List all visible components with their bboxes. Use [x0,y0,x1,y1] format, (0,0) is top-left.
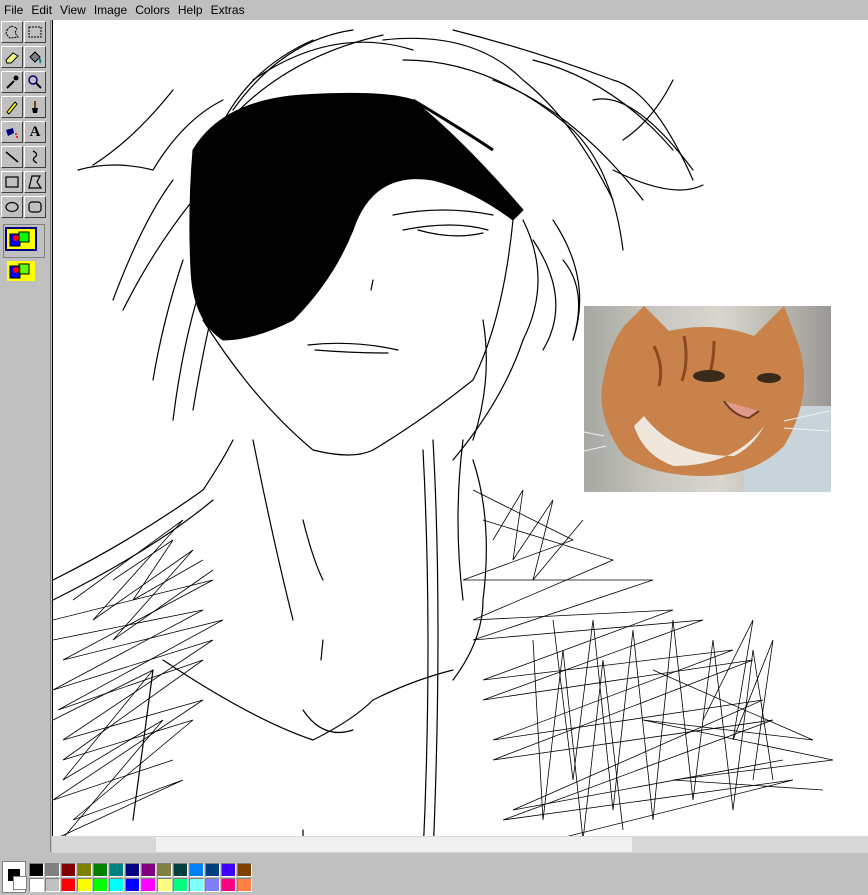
palette-swatch[interactable] [93,878,108,892]
palette-swatch[interactable] [157,878,172,892]
palette-swatch[interactable] [29,863,44,877]
palette-swatch[interactable] [125,878,140,892]
palette-swatch[interactable] [141,878,156,892]
palette-swatch[interactable] [189,863,204,877]
palette-swatch[interactable] [205,863,220,877]
palette-swatch[interactable] [61,878,76,892]
palette-swatch[interactable] [173,878,188,892]
palette-swatch[interactable] [189,878,204,892]
palette-swatch[interactable] [109,878,124,892]
polygon-icon [28,175,43,189]
menu-view[interactable]: View [56,0,90,20]
curve-icon [32,150,38,164]
line-tool[interactable] [1,146,23,168]
rounded-rect-tool[interactable] [24,196,46,218]
airbrush-tool[interactable] [1,121,23,143]
pencil-tool[interactable] [1,96,23,118]
rect-select-icon [28,26,42,38]
palette-swatch[interactable] [237,878,252,892]
current-colors[interactable] [2,861,27,893]
menu-file[interactable]: File [0,0,27,20]
palette-swatch[interactable] [109,863,124,877]
curve-tool[interactable] [24,146,46,168]
scrollbar-thumb[interactable] [156,837,632,852]
airbrush-icon [6,128,18,138]
palette-swatch[interactable] [125,863,140,877]
ellipse-tool[interactable] [1,196,23,218]
palette-swatch[interactable] [45,878,60,892]
menu-edit[interactable]: Edit [27,0,56,20]
background-color [13,876,27,890]
rectangle-icon [5,176,19,188]
palette-swatch[interactable] [205,878,220,892]
opaque-mode-option[interactable] [5,227,37,251]
eraser-icon [5,52,19,64]
pasted-cat-photo [584,306,831,492]
rectangle-tool[interactable] [1,171,23,193]
menu-colors[interactable]: Colors [131,0,174,20]
color-swatches [29,863,253,893]
palette-swatch[interactable] [157,863,172,877]
palette-swatch[interactable] [221,878,236,892]
cat-image [584,306,831,492]
polygon-tool[interactable] [24,171,46,193]
color-picker-tool[interactable] [1,71,23,93]
drawing-canvas[interactable] [52,20,868,856]
palette-swatch[interactable] [221,863,236,877]
pencil-icon [6,101,18,115]
transparent-shapes-icon [9,263,30,279]
color-picker-icon [6,75,19,89]
fill-bucket-tool[interactable] [24,46,46,68]
palette-swatch[interactable] [77,863,92,877]
color-palette-bar [0,853,868,895]
palette-swatch[interactable] [173,863,188,877]
text-icon: A [29,123,41,140]
palette-swatch[interactable] [237,863,252,877]
menu-help[interactable]: Help [174,0,207,20]
horizontal-scrollbar[interactable] [52,836,868,853]
ellipse-icon [5,201,19,213]
brush-icon [32,101,38,113]
brush-tool[interactable] [24,96,46,118]
palette-swatch[interactable] [77,878,92,892]
palette-swatch[interactable] [45,863,60,877]
menu-image[interactable]: Image [90,0,131,20]
palette-swatch[interactable] [141,863,156,877]
menu-extras[interactable]: Extras [207,0,249,20]
menu-bar: File Edit View Image Colors Help Extras [0,0,868,20]
opaque-shapes-icon [9,231,30,247]
palette-swatch[interactable] [61,863,76,877]
free-select-tool[interactable] [1,21,23,43]
free-select-icon [5,25,19,39]
rounded-rect-icon [28,201,42,213]
palette-swatch[interactable] [93,863,108,877]
palette-swatch[interactable] [29,878,44,892]
toolbox: A [0,20,51,852]
magnifier-tool[interactable] [24,71,46,93]
transparent-mode-option[interactable] [5,259,37,283]
fill-bucket-icon [29,51,42,64]
text-tool[interactable]: A [24,121,46,143]
magnifier-icon [28,75,42,89]
rect-select-tool[interactable] [24,21,46,43]
line-icon [5,151,19,163]
eraser-tool[interactable] [1,46,23,68]
